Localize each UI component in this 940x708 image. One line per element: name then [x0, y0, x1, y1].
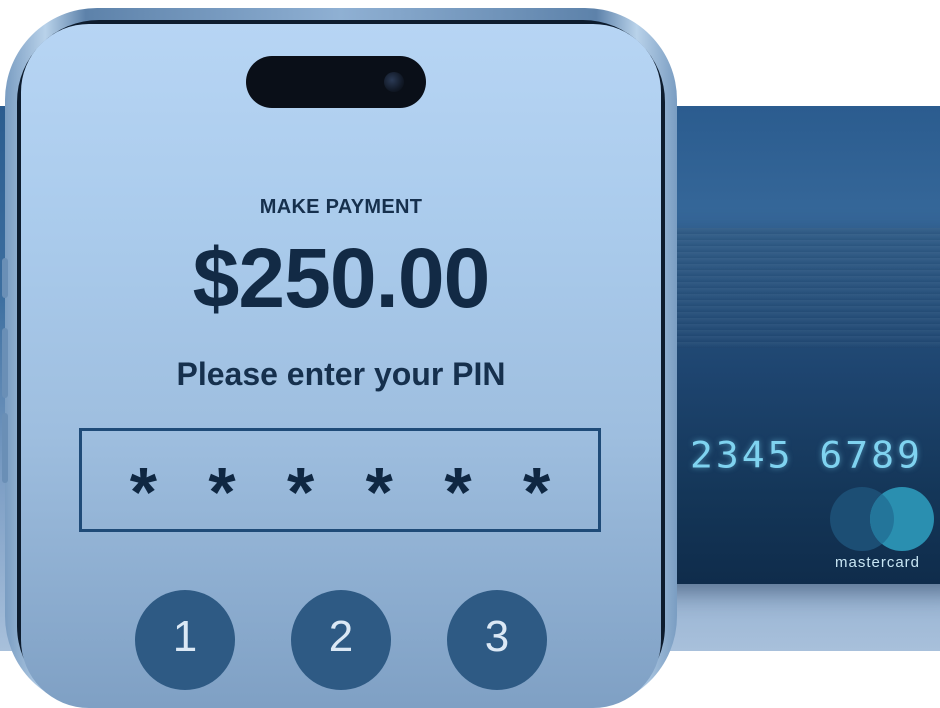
- front-camera-icon: [384, 72, 404, 92]
- keypad-key-3[interactable]: 3: [447, 590, 547, 690]
- card-number: 2345 6789: [690, 434, 923, 476]
- phone-volume-button: [2, 328, 8, 398]
- payment-amount: $250.00: [192, 231, 491, 325]
- pin-mask: * * * * * *: [82, 453, 598, 531]
- phone-device: MAKE PAYMENT $250.00 Please enter your P…: [2, 8, 677, 708]
- payment-heading: MAKE PAYMENT: [259, 196, 423, 218]
- pin-digit-mask: *: [444, 453, 472, 531]
- dynamic-island: [246, 56, 426, 108]
- pin-input-field[interactable]: * * * * * *: [79, 428, 601, 532]
- pin-prompt: Please enter your PIN: [176, 356, 506, 392]
- pin-digit-mask: *: [129, 453, 157, 531]
- credit-card: 2345 6789 mastercard: [640, 228, 940, 584]
- pin-digit-mask: *: [208, 453, 236, 531]
- mastercard-logo-icon: [830, 487, 940, 553]
- keypad-key-2[interactable]: 2: [291, 590, 391, 690]
- keypad-key-1[interactable]: 1: [135, 590, 235, 690]
- pin-digit-mask: *: [522, 453, 551, 531]
- card-brand-label: mastercard: [835, 554, 921, 571]
- card-sheen: [640, 228, 940, 348]
- pin-digit-mask: *: [287, 453, 315, 531]
- phone-screen: MAKE PAYMENT $250.00 Please enter your P…: [21, 24, 661, 708]
- phone-volume-button: [2, 413, 8, 483]
- phone-side-button: [2, 258, 8, 298]
- pin-digit-mask: *: [365, 453, 393, 531]
